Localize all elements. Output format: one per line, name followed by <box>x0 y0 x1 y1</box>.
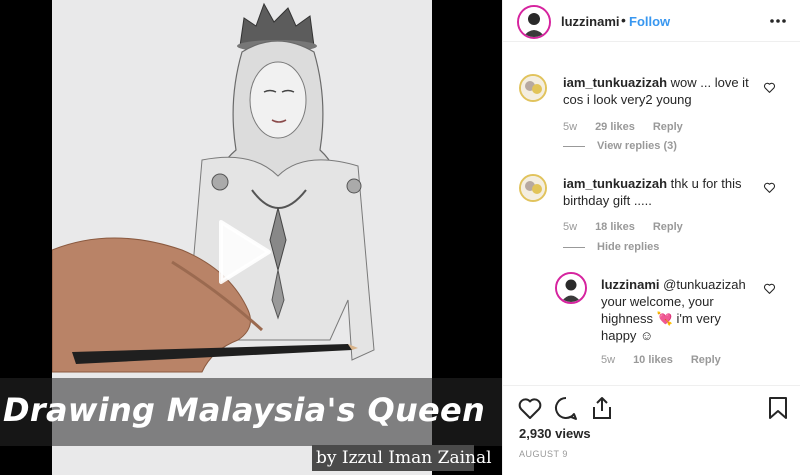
comment-time: 5w <box>563 121 578 133</box>
heart-icon[interactable] <box>763 282 776 295</box>
reply-body: luzzinami @tunkuazizah your welcome, you… <box>601 276 759 344</box>
commenter-avatar[interactable] <box>519 74 547 102</box>
post-sidebar: luzzinami • Follow iam_tunkuazizah wow .… <box>502 0 800 475</box>
post-date[interactable]: AUGUST 9 <box>519 449 568 459</box>
hide-replies-button[interactable]: Hide replies <box>563 241 659 253</box>
video-player[interactable]: Drawing Malaysia's Queen by Izzul Iman Z… <box>0 0 502 475</box>
reply-username[interactable]: luzzinami <box>601 277 660 292</box>
commenter-avatar[interactable] <box>519 174 547 202</box>
comment-time: 5w <box>563 221 578 233</box>
video-title: Drawing Malaysia's Queen <box>3 391 486 429</box>
share-icon[interactable] <box>589 395 615 421</box>
bookmark-icon[interactable] <box>765 395 791 421</box>
reply-avatar[interactable] <box>555 272 587 304</box>
view-count[interactable]: 2,930 views <box>519 426 591 441</box>
comment-meta: 5w 18 likes Reply <box>563 221 701 233</box>
comment-likes[interactable]: 29 likes <box>595 121 635 133</box>
reply-meta: 5w 10 likes Reply <box>601 354 739 366</box>
play-icon[interactable] <box>215 218 273 286</box>
author-username[interactable]: luzzinami <box>561 14 620 29</box>
video-byline: by Izzul Iman Zainal <box>312 445 492 471</box>
view-replies-button[interactable]: View replies (3) <box>563 140 677 152</box>
comment-body: iam_tunkuazizah thk u for this birthday … <box>563 175 753 209</box>
comment-username[interactable]: iam_tunkuazizah <box>563 176 667 191</box>
reply-likes[interactable]: 10 likes <box>633 354 673 366</box>
heart-icon[interactable] <box>517 395 543 421</box>
comment-icon[interactable] <box>553 395 579 421</box>
comment-body: iam_tunkuazizah wow ... love it cos i lo… <box>563 74 753 108</box>
reply-button[interactable]: Reply <box>653 121 683 133</box>
follow-button[interactable]: Follow <box>629 14 670 29</box>
reply-reply-button[interactable]: Reply <box>691 354 721 366</box>
reply-time: 5w <box>601 354 616 366</box>
post-header: luzzinami • Follow <box>503 0 800 42</box>
heart-icon[interactable] <box>763 181 776 194</box>
comment-username[interactable]: iam_tunkuazizah <box>563 75 667 90</box>
comment-likes[interactable]: 18 likes <box>595 221 635 233</box>
heart-icon[interactable] <box>763 81 776 94</box>
comment-meta: 5w 29 likes Reply <box>563 121 701 133</box>
separator-dot: • <box>621 12 626 28</box>
reply-button[interactable]: Reply <box>653 221 683 233</box>
author-avatar[interactable] <box>517 5 551 39</box>
more-icon[interactable] <box>769 12 787 30</box>
actions-divider <box>503 385 800 386</box>
